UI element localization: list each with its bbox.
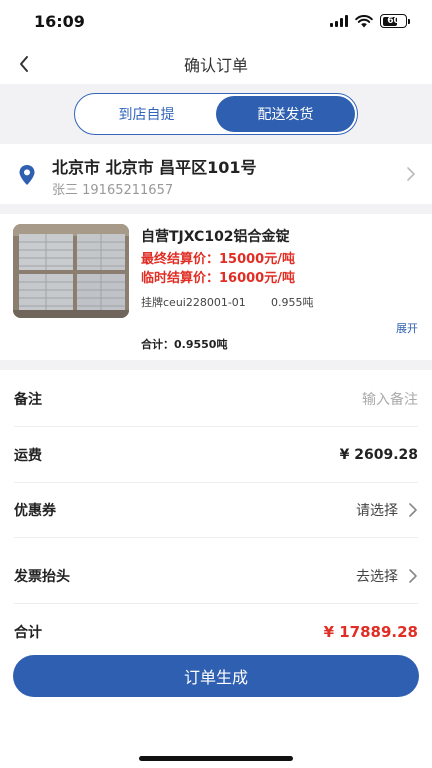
delivery-mode-toggle: 到店自提 配送发货 — [74, 93, 358, 135]
expand-button[interactable]: 展开 — [396, 320, 418, 336]
coupon-row[interactable]: 优惠券 请选择 — [14, 482, 418, 538]
product-subtotal: 合计：0.9550吨 — [141, 338, 228, 351]
battery-level: 60 — [387, 16, 400, 26]
back-button[interactable] — [12, 52, 36, 76]
remark-row: 备注 输入备注 — [14, 371, 418, 427]
signal-icon — [330, 15, 348, 27]
product-weight: 0.955吨 — [271, 296, 314, 309]
divider-band — [0, 360, 432, 370]
total-row: 合计 ¥ 17889.28 — [14, 604, 418, 660]
listing-code: 挂牌ceui228001-01 — [141, 296, 246, 309]
total-value: ¥ 17889.28 — [323, 623, 418, 641]
coupon-label: 优惠券 — [14, 502, 56, 519]
freight-row: 运费 ¥ 2609.28 — [14, 427, 418, 483]
wifi-icon — [355, 14, 373, 27]
product-name: 自营TJXC102铝合金锭 — [141, 229, 290, 245]
product-card: 自营TJXC102铝合金锭 最终结算价：15000元/吨 临时结算价：16000… — [0, 214, 432, 360]
freight-label: 运费 — [14, 447, 42, 464]
status-time: 16:09 — [34, 12, 85, 31]
chevron-right-icon — [407, 167, 415, 181]
remark-label: 备注 — [14, 391, 42, 408]
submit-order-button[interactable]: 订单生成 — [13, 655, 419, 697]
chevron-right-icon — [409, 568, 417, 583]
battery-icon: 60 — [380, 14, 410, 28]
address-contact: 张三 19165211657 — [52, 183, 174, 198]
nav-bar: 确认订单 — [0, 44, 432, 84]
invoice-label: 发票抬头 — [14, 568, 70, 585]
tab-pickup[interactable]: 到店自提 — [77, 96, 216, 132]
address-card[interactable]: 北京市 北京市 昌平区101号 张三 19165211657 — [0, 144, 432, 204]
divider-band — [0, 204, 432, 214]
home-indicator — [139, 756, 293, 761]
invoice-value: 去选择 — [356, 568, 398, 585]
chevron-right-icon — [409, 502, 417, 517]
product-image[interactable] — [13, 224, 129, 318]
invoice-row[interactable]: 发票抬头 去选择 — [14, 548, 418, 604]
tab-delivery[interactable]: 配送发货 — [216, 96, 355, 132]
total-label: 合计 — [14, 625, 42, 641]
status-icons: 60 — [330, 14, 410, 28]
location-pin-icon — [19, 165, 35, 185]
page-title: 确认订单 — [183, 56, 248, 75]
address-line: 北京市 北京市 昌平区101号 — [52, 158, 257, 177]
back-icon — [20, 56, 28, 72]
remark-input[interactable]: 输入备注 — [362, 389, 418, 409]
status-bar: 16:09 60 — [0, 0, 432, 44]
freight-value: ¥ 2609.28 — [339, 446, 418, 463]
final-settlement-price: 最终结算价：15000元/吨 — [141, 252, 295, 267]
coupon-value: 请选择 — [356, 502, 398, 519]
temporary-settlement-price: 临时结算价：16000元/吨 — [141, 271, 295, 286]
